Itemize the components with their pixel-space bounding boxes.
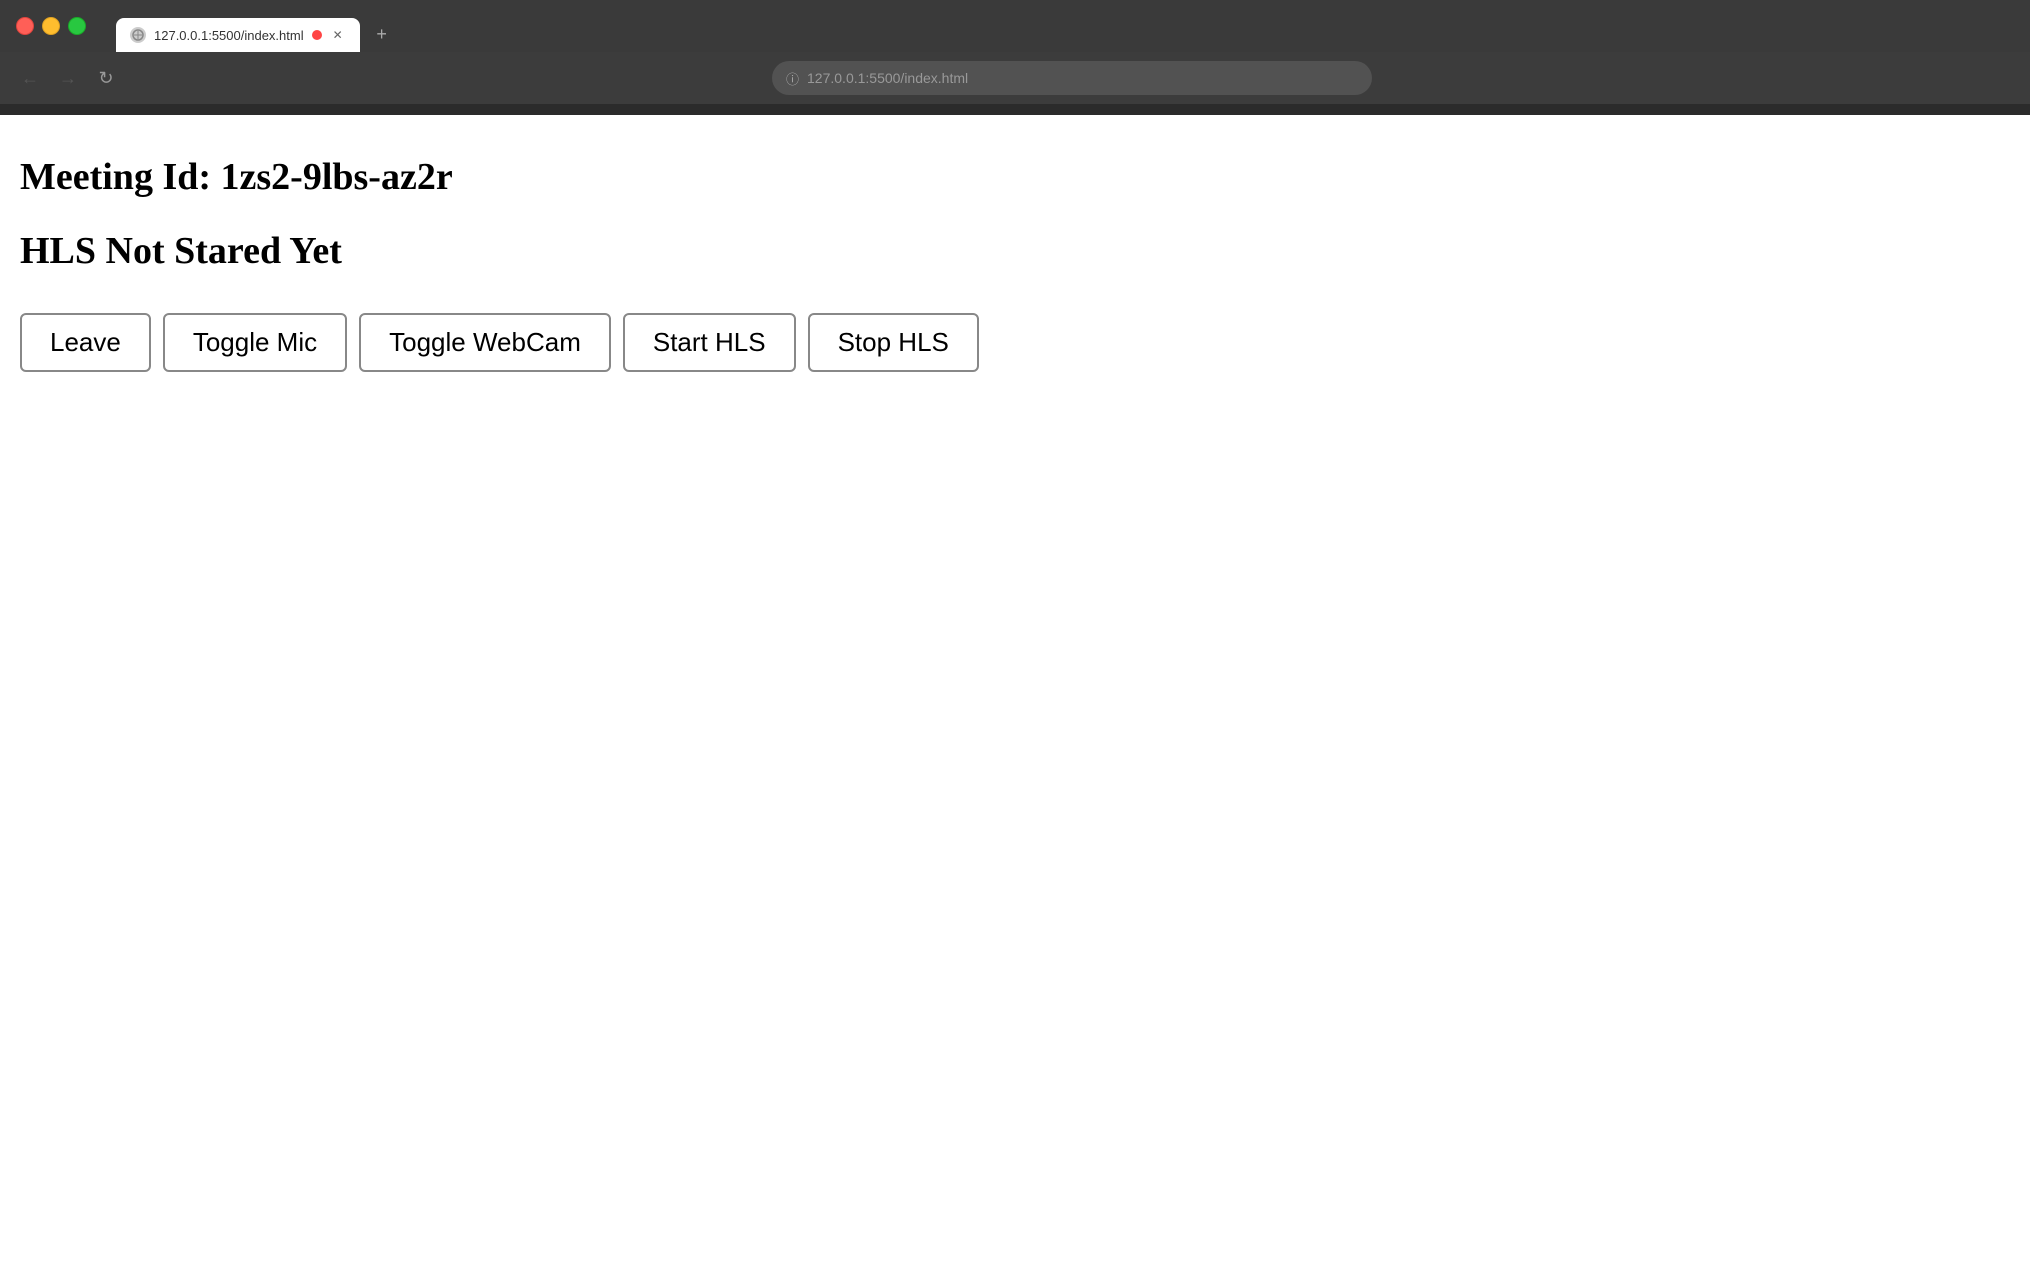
address-text: 127.0.0.1:5500/index.html	[807, 70, 968, 86]
title-bar: 127.0.0.1:5500/index.html ✕ +	[0, 0, 2030, 52]
traffic-lights	[16, 17, 86, 35]
maximize-window-button[interactable]	[68, 17, 86, 35]
tab-title: 127.0.0.1:5500/index.html	[154, 28, 304, 43]
address-bar-row: ← → ↻ ⓘ 127.0.0.1:5500/index.html	[0, 52, 2030, 104]
toggle-webcam-button[interactable]: Toggle WebCam	[359, 313, 611, 372]
back-button[interactable]: ←	[16, 64, 44, 92]
controls-row: Leave Toggle Mic Toggle WebCam Start HLS…	[20, 313, 2010, 372]
security-icon: ⓘ	[786, 69, 799, 88]
forward-button[interactable]: →	[54, 64, 82, 92]
tab-close-button[interactable]: ✕	[330, 27, 346, 43]
toggle-mic-button[interactable]: Toggle Mic	[163, 313, 347, 372]
browser-tab[interactable]: 127.0.0.1:5500/index.html ✕	[116, 18, 360, 52]
hls-status-heading: HLS Not Stared Yet	[20, 229, 2010, 273]
browser-chrome: 127.0.0.1:5500/index.html ✕ + ← → ↻ ⓘ 12…	[0, 0, 2030, 115]
stop-hls-button[interactable]: Stop HLS	[808, 313, 979, 372]
reload-button[interactable]: ↻	[92, 64, 120, 92]
new-tab-button[interactable]: +	[368, 20, 396, 48]
address-bar[interactable]: ⓘ 127.0.0.1:5500/index.html	[772, 61, 1372, 95]
close-window-button[interactable]	[16, 17, 34, 35]
leave-button[interactable]: Leave	[20, 313, 151, 372]
tab-favicon	[130, 27, 146, 43]
page-content: Meeting Id: 1zs2-9lbs-az2r HLS Not Stare…	[0, 115, 2030, 1274]
recording-indicator	[312, 30, 322, 40]
minimize-window-button[interactable]	[42, 17, 60, 35]
address-host: 127.0.0.1:5500/index.html	[807, 70, 968, 86]
start-hls-button[interactable]: Start HLS	[623, 313, 796, 372]
meeting-id-heading: Meeting Id: 1zs2-9lbs-az2r	[20, 155, 2010, 199]
